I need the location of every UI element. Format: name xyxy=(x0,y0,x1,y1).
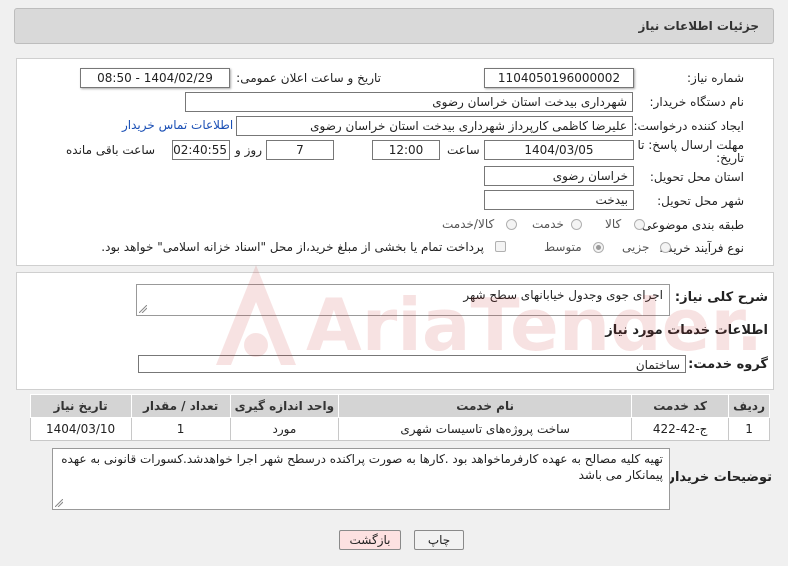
province-field: خراسان رضوی xyxy=(484,166,634,186)
buyer-notes-text: تهیه کلیه مصالح به عهده کارفرماخواهد بود… xyxy=(61,452,663,482)
deadline-date-label: تاریخ: xyxy=(716,151,744,165)
col-need-date: تاریخ نیاز xyxy=(29,394,132,418)
city-field: بیدخت xyxy=(484,190,634,210)
deadline-time-field: 12:00 xyxy=(372,140,440,160)
watermark-text: AriaTender.neT xyxy=(306,283,756,367)
page-title: جزئیات اطلاعات نیاز xyxy=(638,19,759,33)
services-table: ردیف کد خدمت نام خدمت واحد اندازه گیری ت… xyxy=(29,394,770,441)
resize-grip-icon[interactable] xyxy=(55,499,63,507)
cell-service-name: ساخت پروژه‌های تاسیسات شهری xyxy=(338,417,633,441)
announce-datetime-field: 1404/02/29 - 08:50 xyxy=(80,68,230,88)
need-info-panel xyxy=(16,58,774,266)
cell-service-code: ج-42-422 xyxy=(631,417,730,441)
category-label: طبقه بندی موضوعی: xyxy=(637,218,744,232)
province-label: استان محل تحویل: xyxy=(649,170,744,184)
city-label: شهر محل تحویل: xyxy=(657,194,744,208)
category-goods-service-radio[interactable] xyxy=(506,219,517,230)
deadline-label: مهلت ارسال پاسخ: تا xyxy=(637,138,744,152)
need-number-field: 1104050196000002 xyxy=(484,68,634,88)
col-row-number: ردیف xyxy=(728,394,770,418)
table-row: 1 ج-42-422 ساخت پروژه‌های تاسیسات شهری م… xyxy=(29,417,770,441)
services-table-header: ردیف کد خدمت نام خدمت واحد اندازه گیری ت… xyxy=(29,394,770,418)
announce-datetime-label: تاریخ و ساعت اعلان عمومی: xyxy=(236,71,381,85)
buyer-notes-textarea[interactable]: تهیه کلیه مصالح به عهده کارفرماخواهد بود… xyxy=(52,448,670,510)
remaining-time-label: ساعت باقی مانده xyxy=(66,143,156,157)
cell-unit: مورد xyxy=(229,417,340,441)
category-goods-label: کالا xyxy=(605,217,622,231)
col-service-name: نام خدمت xyxy=(338,394,633,418)
creator-field: علیرضا کاظمی کارپرداز شهرداری بیدخت استا… xyxy=(236,116,633,136)
need-number-label: شماره نیاز: xyxy=(687,71,744,85)
back-button[interactable]: بازگشت xyxy=(339,530,401,550)
buyer-org-label: نام دستگاه خریدار: xyxy=(649,95,745,109)
remaining-time-field: 02:40:55 xyxy=(172,140,230,160)
cell-quantity: 1 xyxy=(130,417,231,441)
col-unit: واحد اندازه گیری xyxy=(229,394,340,418)
watermark-logo-icon: AriaTender.neT xyxy=(216,265,756,367)
category-goods-service-label: کالا/خدمت xyxy=(442,217,495,231)
category-service-radio[interactable] xyxy=(571,219,582,230)
buyer-contact-link[interactable]: اطلاعات تماس خریدار xyxy=(122,118,233,132)
deadline-date-field: 1404/03/05 xyxy=(484,140,634,160)
buyer-notes-label: توضیحات خریدار: xyxy=(662,470,772,485)
print-button[interactable]: چاپ xyxy=(414,530,464,550)
page-header: جزئیات اطلاعات نیاز xyxy=(14,8,774,44)
deadline-time-label: ساعت xyxy=(447,143,480,157)
buyer-org-field: شهرداری بیدخت استان خراسان رضوی xyxy=(185,92,633,112)
cell-row-number: 1 xyxy=(728,417,770,441)
category-service-label: خدمت xyxy=(532,217,564,231)
cell-need-date: 1404/03/10 xyxy=(29,417,132,441)
days-label: روز و xyxy=(235,143,262,157)
days-remaining-field: 7 xyxy=(266,140,334,160)
col-quantity: تعداد / مقدار xyxy=(130,394,231,418)
category-goods-radio[interactable] xyxy=(634,219,645,230)
col-service-code: کد خدمت xyxy=(631,394,730,418)
resize-grip-icon[interactable] xyxy=(139,305,147,313)
creator-label: ایجاد کننده درخواست: xyxy=(633,119,744,133)
